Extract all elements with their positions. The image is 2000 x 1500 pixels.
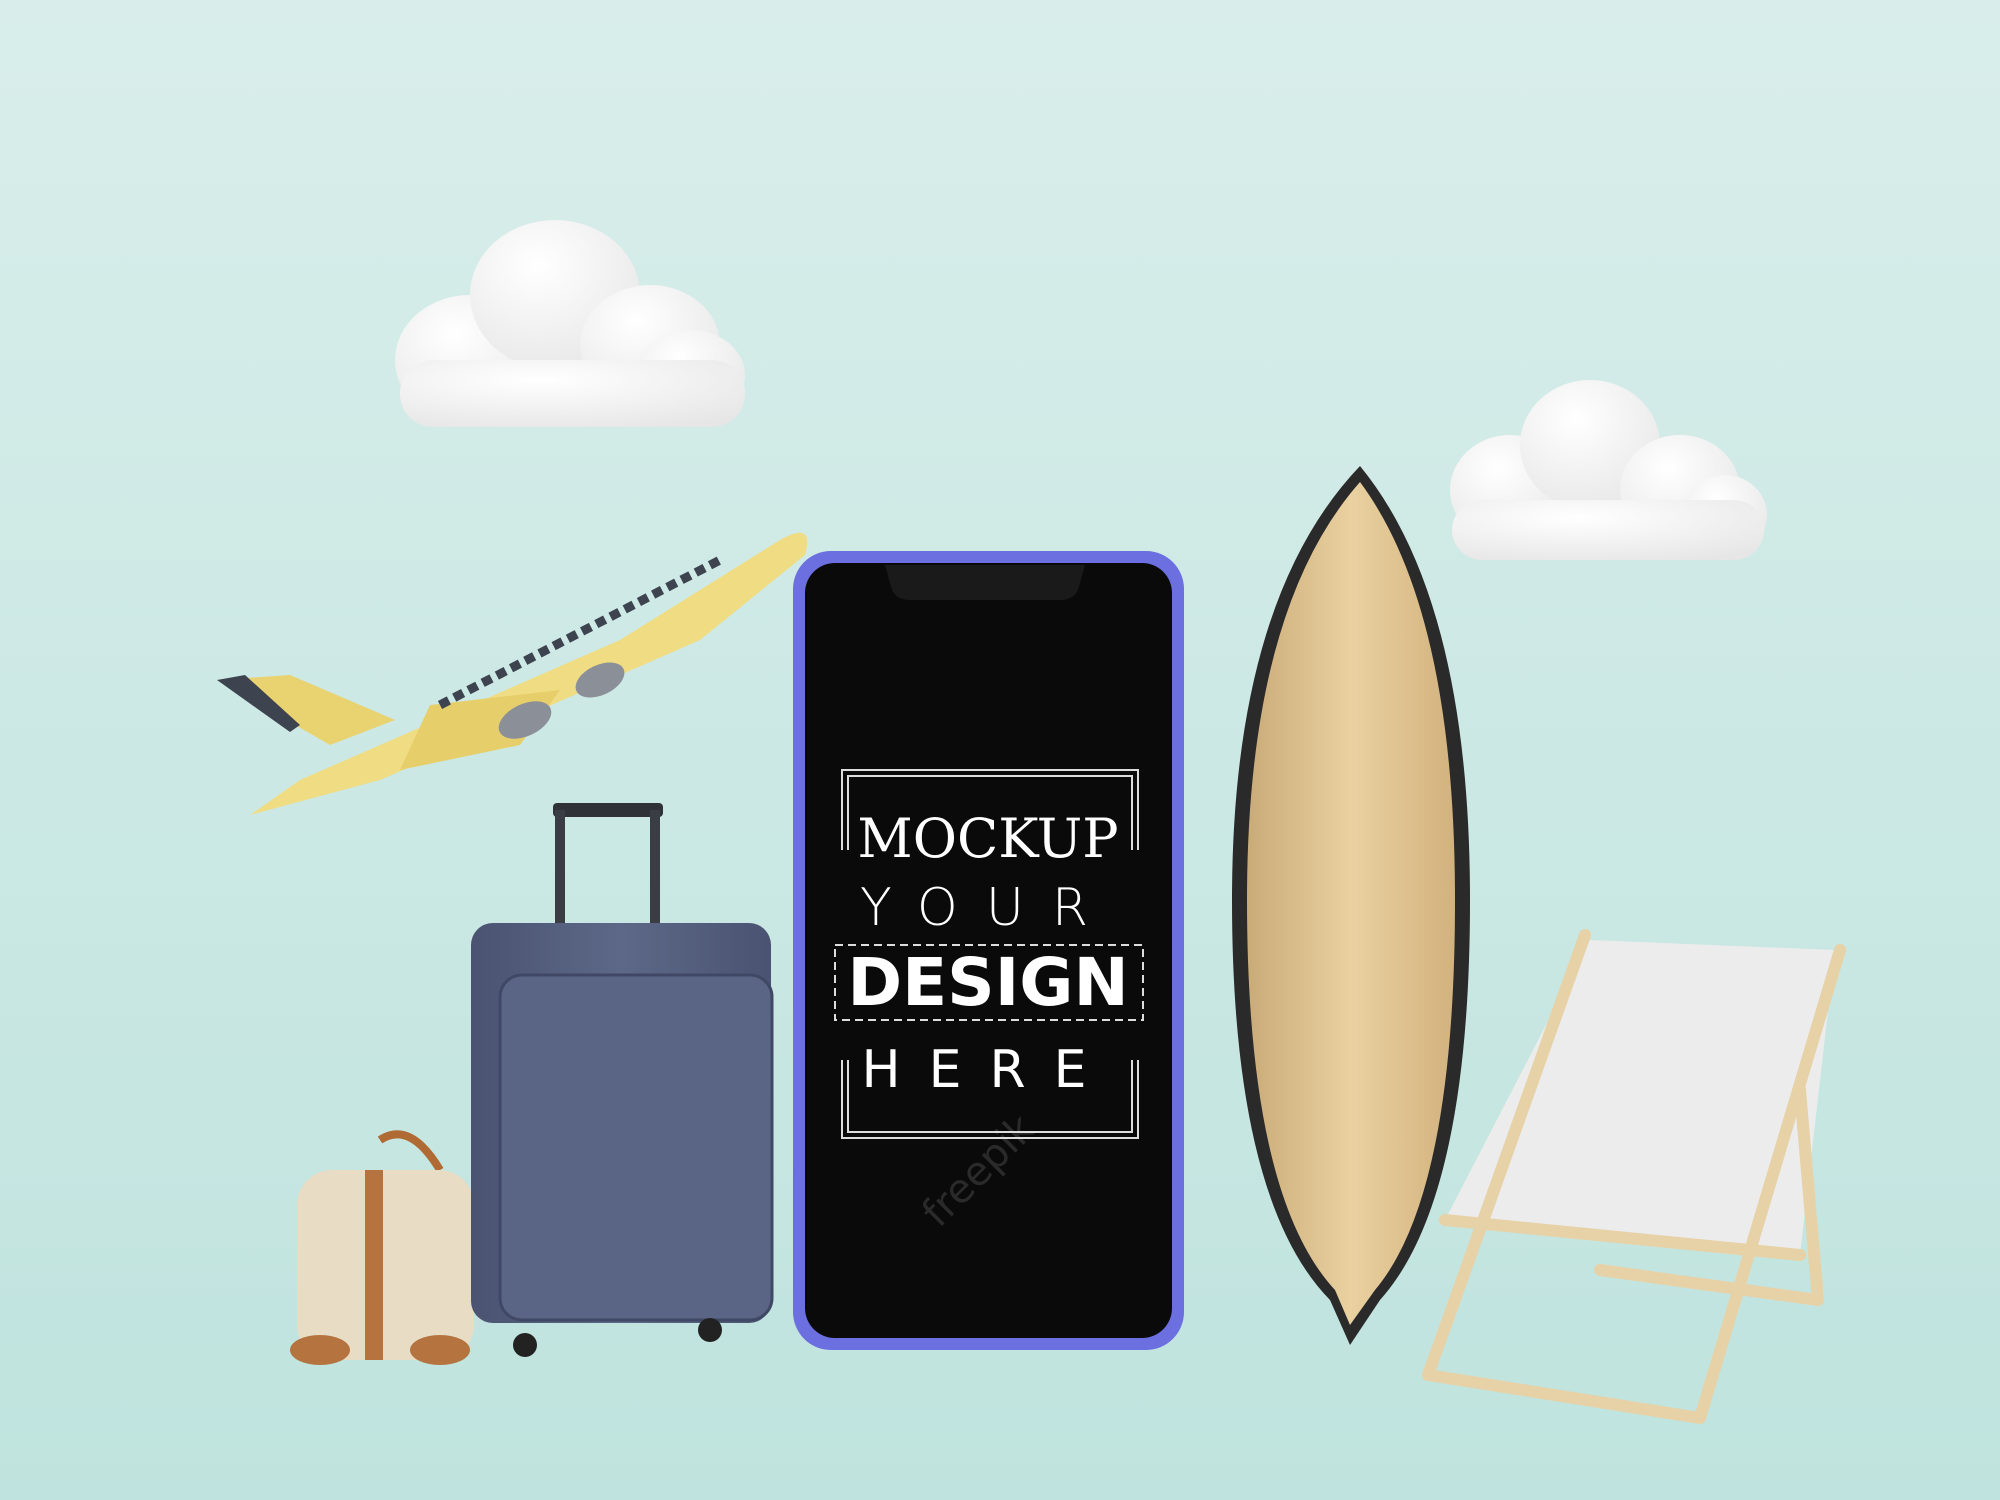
screen-text-here: HERE [862,1040,1115,1100]
screen-text-your: YOUR [860,878,1116,938]
screen-text-design: DESIGN [847,944,1128,1021]
travel-mockup-scene: freepik MOCKUP YOUR DESIGN HERE [0,0,2000,1500]
screen-text-mockup: MOCKUP [857,807,1118,870]
phone-notch [885,565,1085,600]
smartphone-mockup: freepik MOCKUP YOUR DESIGN HERE [793,551,1184,1350]
